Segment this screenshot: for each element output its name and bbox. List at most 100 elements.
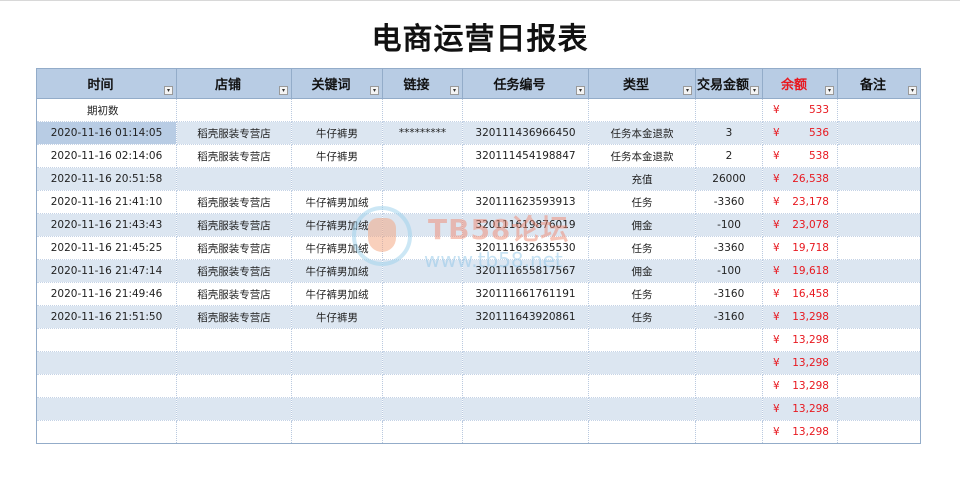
cell-balance[interactable]: ¥16,458 <box>762 282 838 306</box>
cell-type[interactable] <box>588 328 696 352</box>
cell-task[interactable]: 320111623593913 <box>462 190 589 214</box>
cell-note[interactable] <box>837 397 921 421</box>
cell-balance[interactable]: ¥26,538 <box>762 167 838 191</box>
cell-link[interactable] <box>382 259 463 283</box>
cell-shop[interactable]: 稻壳服装专营店 <box>176 236 292 260</box>
cell-time[interactable]: 2020-11-16 02:14:06 <box>36 144 177 168</box>
cell-amount[interactable] <box>695 374 763 398</box>
cell-link[interactable] <box>382 305 463 329</box>
cell-type[interactable] <box>588 351 696 375</box>
cell-keyword[interactable]: 牛仔裤男加绒 <box>291 236 383 260</box>
cell-balance[interactable]: ¥13,298 <box>762 351 838 375</box>
cell-type[interactable]: 任务 <box>588 236 696 260</box>
cell-time[interactable]: 2020-11-16 20:51:58 <box>36 167 177 191</box>
cell-keyword[interactable] <box>291 328 383 352</box>
cell-keyword[interactable] <box>291 397 383 421</box>
cell-time[interactable] <box>36 328 177 352</box>
cell-time[interactable]: 期初数 <box>36 98 177 122</box>
cell-time[interactable] <box>36 420 177 444</box>
filter-dropdown-icon[interactable]: ▾ <box>683 86 692 95</box>
cell-keyword[interactable]: 牛仔裤男 <box>291 144 383 168</box>
cell-shop[interactable] <box>176 167 292 191</box>
cell-keyword[interactable] <box>291 351 383 375</box>
cell-task[interactable]: 320111661761191 <box>462 282 589 306</box>
cell-time[interactable]: 2020-11-16 21:41:10 <box>36 190 177 214</box>
cell-task[interactable]: 320111655817567 <box>462 259 589 283</box>
cell-time[interactable]: 2020-11-16 21:49:46 <box>36 282 177 306</box>
cell-balance[interactable]: ¥536 <box>762 121 838 145</box>
cell-keyword[interactable]: 牛仔裤男加绒 <box>291 282 383 306</box>
cell-type[interactable]: 任务本金退款 <box>588 144 696 168</box>
cell-keyword[interactable] <box>291 98 383 122</box>
cell-note[interactable] <box>837 420 921 444</box>
cell-amount[interactable] <box>695 420 763 444</box>
cell-amount[interactable] <box>695 397 763 421</box>
cell-shop[interactable]: 稻壳服装专营店 <box>176 144 292 168</box>
cell-time[interactable] <box>36 397 177 421</box>
cell-task[interactable]: 320111436966450 <box>462 121 589 145</box>
cell-balance[interactable]: ¥19,618 <box>762 259 838 283</box>
cell-type[interactable]: 佣金 <box>588 213 696 237</box>
cell-time[interactable] <box>36 374 177 398</box>
cell-link[interactable] <box>382 328 463 352</box>
cell-keyword[interactable]: 牛仔裤男加绒 <box>291 213 383 237</box>
cell-note[interactable] <box>837 213 921 237</box>
cell-amount[interactable]: 26000 <box>695 167 763 191</box>
cell-keyword[interactable]: 牛仔裤男加绒 <box>291 259 383 283</box>
cell-note[interactable] <box>837 190 921 214</box>
cell-shop[interactable] <box>176 397 292 421</box>
cell-balance[interactable]: ¥19,718 <box>762 236 838 260</box>
filter-dropdown-icon[interactable]: ▾ <box>450 86 459 95</box>
cell-shop[interactable] <box>176 98 292 122</box>
cell-task[interactable] <box>462 420 589 444</box>
cell-note[interactable] <box>837 328 921 352</box>
cell-type[interactable]: 佣金 <box>588 259 696 283</box>
cell-time[interactable]: 2020-11-16 01:14:05 <box>36 121 177 145</box>
cell-note[interactable] <box>837 374 921 398</box>
cell-type[interactable]: 任务 <box>588 282 696 306</box>
filter-dropdown-icon[interactable]: ▾ <box>750 86 759 95</box>
cell-amount[interactable] <box>695 328 763 352</box>
cell-amount[interactable]: 3 <box>695 121 763 145</box>
cell-link[interactable]: ********* <box>382 121 463 145</box>
cell-balance[interactable]: ¥13,298 <box>762 420 838 444</box>
cell-time[interactable]: 2020-11-16 21:43:43 <box>36 213 177 237</box>
cell-task[interactable] <box>462 328 589 352</box>
cell-type[interactable]: 任务 <box>588 305 696 329</box>
cell-keyword[interactable]: 牛仔裤男加绒 <box>291 190 383 214</box>
cell-task[interactable] <box>462 167 589 191</box>
cell-amount[interactable]: 2 <box>695 144 763 168</box>
cell-task[interactable]: 320111632635530 <box>462 236 589 260</box>
cell-type[interactable] <box>588 397 696 421</box>
cell-link[interactable] <box>382 144 463 168</box>
cell-shop[interactable] <box>176 351 292 375</box>
cell-balance[interactable]: ¥13,298 <box>762 397 838 421</box>
cell-task[interactable]: 320111619876019 <box>462 213 589 237</box>
cell-time[interactable] <box>36 351 177 375</box>
cell-shop[interactable]: 稻壳服装专营店 <box>176 213 292 237</box>
cell-note[interactable] <box>837 282 921 306</box>
cell-keyword[interactable] <box>291 420 383 444</box>
cell-link[interactable] <box>382 420 463 444</box>
cell-keyword[interactable] <box>291 374 383 398</box>
cell-balance[interactable]: ¥13,298 <box>762 328 838 352</box>
cell-amount[interactable]: -3160 <box>695 305 763 329</box>
cell-link[interactable] <box>382 190 463 214</box>
cell-link[interactable] <box>382 351 463 375</box>
cell-task[interactable]: 320111643920861 <box>462 305 589 329</box>
cell-shop[interactable] <box>176 328 292 352</box>
cell-shop[interactable]: 稻壳服装专营店 <box>176 259 292 283</box>
cell-note[interactable] <box>837 144 921 168</box>
cell-type[interactable]: 任务本金退款 <box>588 121 696 145</box>
cell-balance[interactable]: ¥13,298 <box>762 305 838 329</box>
cell-link[interactable] <box>382 282 463 306</box>
cell-keyword[interactable] <box>291 167 383 191</box>
cell-shop[interactable]: 稻壳服装专营店 <box>176 282 292 306</box>
cell-balance[interactable]: ¥13,298 <box>762 374 838 398</box>
cell-task[interactable] <box>462 374 589 398</box>
cell-type[interactable] <box>588 98 696 122</box>
cell-keyword[interactable]: 牛仔裤男 <box>291 121 383 145</box>
cell-task[interactable]: 320111454198847 <box>462 144 589 168</box>
cell-balance[interactable]: ¥23,078 <box>762 213 838 237</box>
cell-amount[interactable]: -3160 <box>695 282 763 306</box>
